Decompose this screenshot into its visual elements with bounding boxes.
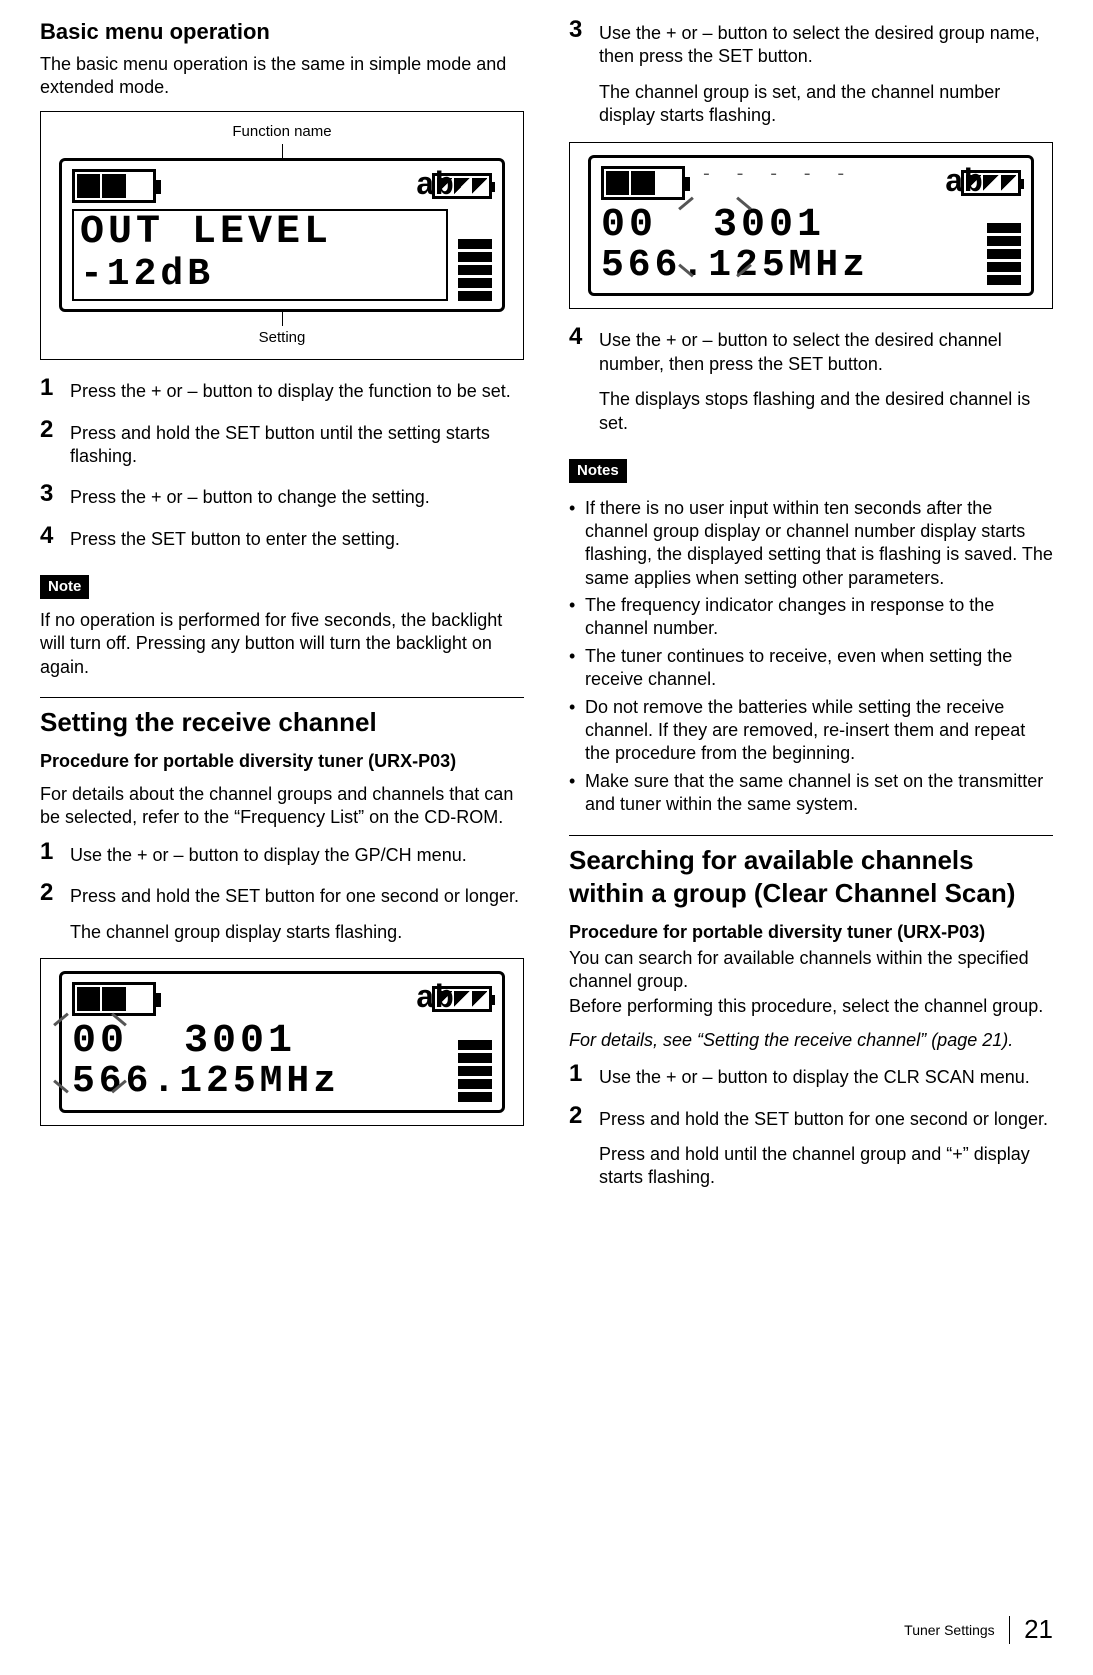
pointer-line (282, 312, 283, 326)
lcd-group: 00 (72, 1019, 128, 1064)
step-number: 3 (569, 18, 599, 42)
lcd-out-level: ab OUT LEVEL -12dB (59, 158, 505, 312)
step-number: 2 (40, 418, 70, 442)
procedure-heading: Procedure for portable diversity tuner (… (40, 750, 524, 773)
page-footer: Tuner Settings 21 (904, 1613, 1053, 1647)
lcd-ab-indicator: ab (416, 165, 454, 207)
lcd-channel: 3001 (184, 1019, 296, 1064)
note-text: If no operation is performed for five se… (40, 609, 524, 679)
steps-receive-channel: 1 Use the + or – button to display the G… (40, 840, 524, 944)
label-setting: Setting (59, 328, 505, 348)
footer-divider (1009, 1616, 1010, 1644)
step-text: Use the + or – button to select the desi… (599, 329, 1053, 376)
list-item: If there is no user input within ten sec… (569, 497, 1053, 591)
heading-clear-channel-scan: Searching for available channels within … (569, 835, 1053, 912)
figure-out-level: Function name ab OUT LEVEL -12dB (40, 111, 524, 360)
step-text: Press and hold the SET button for one se… (70, 885, 524, 908)
step-text: Press and hold the SET button for one se… (599, 1108, 1053, 1131)
procedure-intro: For details about the channel groups and… (40, 783, 524, 830)
lcd-ab-indicator: ab (416, 978, 454, 1020)
rf-meter-icon (601, 166, 685, 200)
note-badge: Note (40, 575, 89, 599)
flash-dashes: - - - - - (701, 164, 852, 187)
pointer-line (282, 144, 283, 158)
af-level-bars (458, 239, 492, 301)
af-level-bars (987, 223, 1021, 285)
figure-group-flash: ab 00 3001 566.125MHz (40, 958, 524, 1126)
list-item: Do not remove the batteries while settin… (569, 696, 1053, 766)
step-subtext: The channel group display starts flashin… (70, 921, 524, 944)
step-text: Press the SET button to enter the settin… (70, 524, 524, 551)
lcd-group-flash: ab 00 3001 566.125MHz (59, 971, 505, 1113)
lcd-setting: -12dB (80, 255, 440, 295)
lcd-channel: 3001 (713, 203, 825, 248)
procedure-heading: Procedure for portable diversity tuner (… (569, 921, 1053, 944)
list-item: Make sure that the same channel is set o… (569, 770, 1053, 817)
notes-list: If there is no user input within ten sec… (569, 497, 1053, 817)
lcd-frequency: 566.125MHz (601, 246, 977, 286)
lcd-channel-flash: ab - - - - - 00 3001 566.125MHz (588, 155, 1034, 297)
steps-basic-menu: 1 Press the + or – button to display the… (40, 376, 524, 551)
step-text: Use the + or – button to select the desi… (599, 22, 1053, 69)
step-text: Press and hold the SET button until the … (70, 418, 524, 469)
label-function-name: Function name (59, 122, 505, 142)
notes-badge: Notes (569, 459, 627, 483)
af-level-bars (458, 1040, 492, 1102)
step-number: 1 (40, 376, 70, 400)
page-number: 21 (1024, 1613, 1053, 1647)
list-item: The tuner continues to receive, even whe… (569, 645, 1053, 692)
footer-title: Tuner Settings (904, 1621, 995, 1639)
step-text: Press the + or – button to change the se… (70, 482, 524, 509)
steps-clear-scan: 1 Use the + or – button to display the C… (569, 1062, 1053, 1190)
rf-meter-icon (72, 169, 156, 203)
step-text: Press the + or – button to display the f… (70, 376, 524, 403)
lcd-group: 00 (601, 203, 657, 248)
lcd-line1: 00 3001 (72, 1022, 448, 1062)
lcd-line1: 00 3001 (601, 206, 977, 246)
step-number: 1 (40, 840, 70, 864)
step-subtext: The channel group is set, and the channe… (599, 81, 1053, 128)
heading-receive-channel: Setting the receive channel (40, 697, 524, 740)
cross-ref: For details, see “Setting the receive ch… (569, 1030, 1013, 1050)
figure-channel-flash: ab - - - - - 00 3001 566.125MHz (569, 142, 1053, 310)
lcd-ab-indicator: ab (945, 162, 983, 204)
lcd-frequency: 566.125MHz (72, 1062, 448, 1102)
step-text: Use the + or – button to display the CLR… (599, 1062, 1053, 1089)
step-subtext: Press and hold until the channel group a… (599, 1143, 1053, 1190)
list-item: The frequency indicator changes in respo… (569, 594, 1053, 641)
proc-text: You can search for available channels wi… (569, 947, 1053, 994)
rf-meter-icon (72, 982, 156, 1016)
step-number: 3 (40, 482, 70, 506)
step-subtext: The displays stops flashing and the desi… (599, 388, 1053, 435)
lcd-function: OUT LEVEL (80, 213, 440, 253)
proc-text: Before performing this procedure, select… (569, 995, 1053, 1018)
step-number: 4 (569, 325, 599, 349)
step-text: Use the + or – button to display the GP/… (70, 840, 524, 867)
step-number: 1 (569, 1062, 599, 1086)
step-number: 2 (569, 1104, 599, 1128)
step-number: 4 (40, 524, 70, 548)
step-number: 2 (40, 881, 70, 905)
heading-basic-menu: Basic menu operation (40, 18, 524, 47)
basic-intro: The basic menu operation is the same in … (40, 53, 524, 100)
steps-receive-channel-cont2: 4 Use the + or – button to select the de… (569, 325, 1053, 435)
steps-receive-channel-cont: 3 Use the + or – button to select the de… (569, 18, 1053, 128)
